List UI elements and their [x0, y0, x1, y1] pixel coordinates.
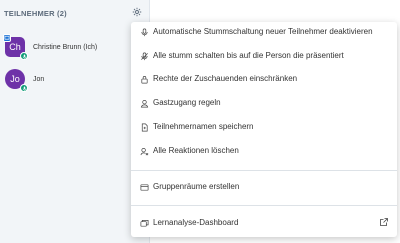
- menu-item-label: Teilnehmernamen speichern: [153, 122, 254, 131]
- presenter-icon: [3, 34, 11, 42]
- microphone-off-icon: [139, 51, 149, 61]
- menu-item-label: Gruppenräume erstellen: [153, 182, 240, 191]
- menu-item-auto-mute[interactable]: Automatische Stummschaltung neuer Teilne…: [131, 22, 397, 44]
- menu-item-label: Automatische Stummschaltung neuer Teilne…: [153, 27, 373, 36]
- participants-sidebar: TEILNEHMER (2) Ch Christine Brunn (Ich) …: [0, 0, 150, 243]
- menu-item-label: Lernanalyse-Dashboard: [153, 218, 239, 227]
- menu-item-save-names[interactable]: Teilnehmernamen speichern: [131, 117, 397, 139]
- menu-divider: [131, 205, 397, 206]
- microphone-badge-icon: [20, 84, 28, 92]
- lock-icon: [139, 74, 149, 84]
- menu-item-label: Rechte der Zuschauenden einschränken: [153, 74, 298, 83]
- microphone-icon: [139, 27, 149, 37]
- user-remove-icon: [139, 146, 149, 156]
- participant-options-menu: Automatische Stummschaltung neuer Teilne…: [131, 22, 397, 237]
- user-icon: [139, 98, 149, 108]
- external-link-icon: [379, 217, 389, 227]
- sidebar-header: TEILNEHMER (2): [0, 0, 150, 26]
- menu-item-restrict-viewers[interactable]: Rechte der Zuschauenden einschränken: [131, 69, 397, 91]
- document-icon: [139, 122, 149, 132]
- rooms-icon: [139, 182, 149, 192]
- menu-item-label: Alle Reaktionen löschen: [153, 146, 239, 155]
- menu-item-breakout-rooms[interactable]: Gruppenräume erstellen: [131, 177, 397, 199]
- microphone-badge-icon: [20, 52, 28, 60]
- participant-name: Christine Brunn (Ich): [33, 44, 98, 51]
- dashboard-icon: [139, 218, 149, 228]
- participant-name: Jon: [33, 76, 45, 83]
- menu-item-label: Gastzugang regeln: [153, 98, 221, 107]
- gear-icon[interactable]: [131, 6, 143, 18]
- participant-row[interactable]: Jo Jon: [0, 64, 150, 100]
- menu-item-learning-dashboard[interactable]: Lernanalyse-Dashboard: [131, 213, 397, 235]
- menu-divider: [131, 170, 397, 171]
- participants-title: TEILNEHMER (2): [4, 9, 67, 18]
- participant-row[interactable]: Ch Christine Brunn (Ich): [0, 32, 150, 68]
- menu-item-guest-access[interactable]: Gastzugang regeln: [131, 93, 397, 115]
- menu-item-label: Alle stumm schalten bis auf die Person d…: [153, 51, 344, 60]
- menu-item-mute-all[interactable]: Alle stumm schalten bis auf die Person d…: [131, 46, 397, 68]
- menu-item-clear-reactions[interactable]: Alle Reaktionen löschen: [131, 141, 397, 163]
